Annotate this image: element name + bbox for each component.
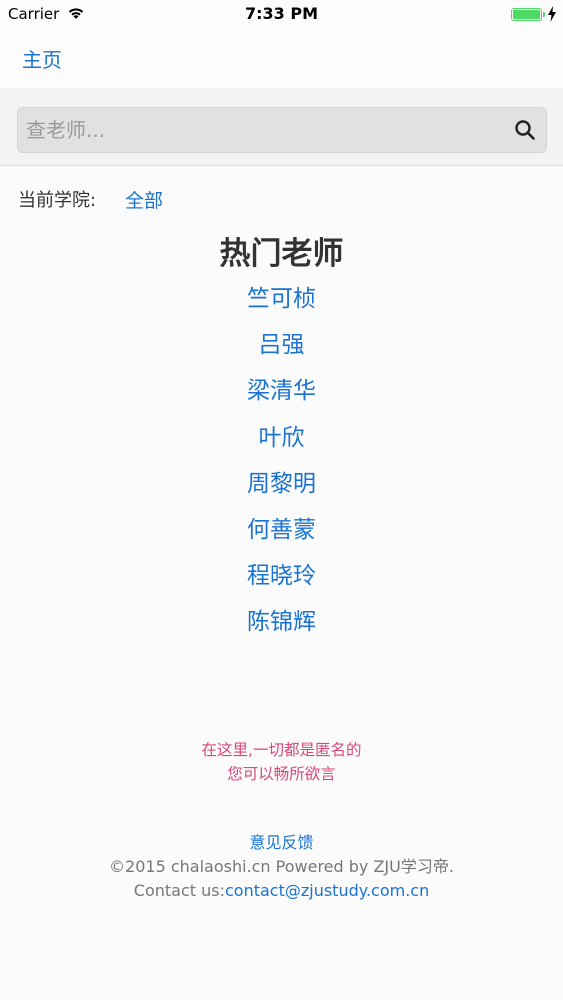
search-input[interactable] [26,108,506,152]
teacher-link[interactable]: 何善蒙 [0,510,563,556]
battery-icon [511,8,542,21]
teacher-link[interactable]: 吕强 [0,325,563,371]
feedback-link[interactable]: 意见反馈 [249,833,313,852]
footer: 意见反馈 ©2015 chalaoshi.cn Powered by ZJU学习… [0,831,563,903]
contact-label: Contact us: [133,881,225,900]
app-screen: Carrier 7:33 PM 主页 当前学院: 全部 热门老师 [0,0,563,1000]
status-bar: Carrier 7:33 PM [0,0,563,30]
charging-bolt-icon [548,6,556,22]
anonymous-line-2: 您可以畅所欲言 [227,765,336,783]
teacher-link[interactable]: 叶欣 [0,418,563,464]
hot-teachers-title: 热门老师 [219,236,344,272]
teacher-link[interactable]: 程晓玲 [0,556,563,602]
search-box [17,107,547,153]
anonymous-notice: 在这里,一切都是匿名的 您可以畅所欲言 [0,738,563,786]
anonymous-line-1: 在这里,一切都是匿名的 [201,741,362,759]
battery-level [513,10,540,19]
copyright-text: ©2015 chalaoshi.cn Powered by ZJU学习帝. [109,857,454,876]
home-link[interactable]: 主页 [22,44,62,73]
battery-cap [543,12,545,17]
contact-email-link[interactable]: contact@zjustudy.com.cn [225,881,429,900]
college-selector[interactable]: 全部 [125,186,163,213]
search-icon[interactable] [514,119,536,141]
search-area [0,88,563,166]
hot-teachers-list: 竺可桢 吕强 梁清华 叶欣 周黎明 何善蒙 程晓玲 陈锦辉 [0,279,563,649]
status-time: 7:33 PM [244,4,318,23]
teacher-link[interactable]: 陈锦辉 [0,602,563,648]
nav-bar: 主页 [0,30,563,88]
teacher-link[interactable]: 梁清华 [0,371,563,417]
college-label: 当前学院: [18,190,97,211]
teacher-link[interactable]: 竺可桢 [0,279,563,325]
contact-line: Contact us:contact@zjustudy.com.cn [0,879,563,903]
teacher-link[interactable]: 周黎明 [0,464,563,510]
